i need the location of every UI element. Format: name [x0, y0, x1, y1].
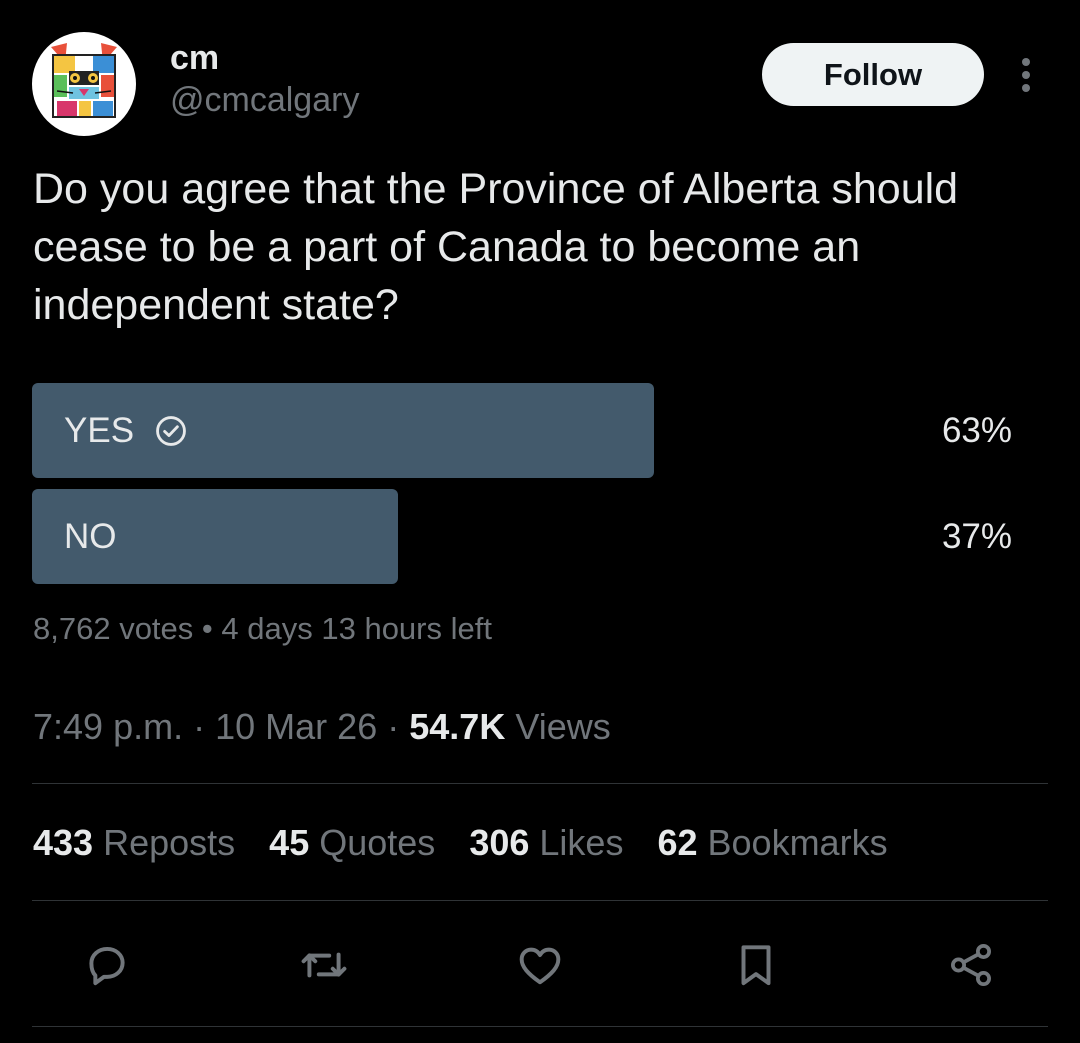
author-handle[interactable]: @cmcalgary	[170, 80, 359, 120]
share-icon[interactable]	[944, 938, 998, 992]
reposts-stat[interactable]: 433 Reposts	[33, 820, 235, 866]
more-dot	[1022, 71, 1030, 79]
engagement-stats: 433 Reposts 45 Quotes 306 Likes 62 Bookm…	[33, 820, 922, 866]
quotes-count: 45	[269, 822, 310, 863]
poll-option-yes: YES 63%	[32, 383, 1020, 478]
quotes-stat[interactable]: 45 Quotes	[269, 820, 435, 866]
reply-icon[interactable]	[80, 938, 134, 992]
poll-option-no: NO 37%	[32, 489, 1020, 584]
poll-option-yes-percent: 63%	[941, 410, 1012, 450]
meta-separator: ·	[193, 706, 206, 747]
bookmark-icon[interactable]	[729, 938, 783, 992]
poll-option-no-label: NO	[64, 516, 117, 556]
likes-count: 306	[469, 822, 530, 863]
quotes-label: Quotes	[319, 822, 436, 863]
follow-button[interactable]: Follow	[762, 43, 984, 106]
check-circle-icon	[154, 414, 188, 448]
bookmarks-count: 62	[657, 822, 698, 863]
author-display-name[interactable]: cm	[170, 38, 219, 78]
tweet-date[interactable]: 10 Mar 26	[215, 706, 377, 747]
tweet-timestamp-row: 7:49 p.m. · 10 Mar 26 · 54.7K Views	[33, 704, 611, 750]
reposts-count: 433	[33, 822, 94, 863]
likes-label: Likes	[539, 822, 624, 863]
poll-option-label: NO	[64, 489, 117, 584]
poll-option-no-percent: 37%	[941, 516, 1012, 556]
views-label: Views	[515, 706, 611, 747]
views-count[interactable]: 54.7K	[409, 706, 505, 747]
poll-option-label: YES	[64, 383, 188, 478]
poll-time-left: 4 days 13 hours left	[221, 611, 492, 646]
poll-meta: 8,762 votes • 4 days 13 hours left	[33, 609, 492, 649]
like-icon[interactable]	[513, 938, 567, 992]
author-avatar[interactable]	[32, 32, 136, 136]
more-dot	[1022, 84, 1030, 92]
reposts-label: Reposts	[103, 822, 236, 863]
poll-meta-separator: •	[201, 611, 213, 646]
tweet-text: Do you agree that the Province of Albert…	[33, 165, 959, 329]
divider	[32, 783, 1048, 784]
tweet-time[interactable]: 7:49 p.m.	[33, 706, 183, 747]
meta-separator: ·	[387, 706, 400, 747]
more-vertical-icon[interactable]	[1008, 54, 1044, 96]
likes-stat[interactable]: 306 Likes	[469, 820, 623, 866]
poll-option-yes-label: YES	[64, 410, 135, 450]
stylized-cat-face-avatar-icon	[49, 43, 119, 119]
more-dot	[1022, 58, 1030, 66]
divider	[32, 900, 1048, 901]
bookmarks-label: Bookmarks	[707, 822, 888, 863]
repost-icon[interactable]	[297, 938, 351, 992]
poll-votes: 8,762 votes	[33, 611, 194, 646]
divider	[32, 1026, 1048, 1027]
bookmarks-stat[interactable]: 62 Bookmarks	[657, 820, 887, 866]
